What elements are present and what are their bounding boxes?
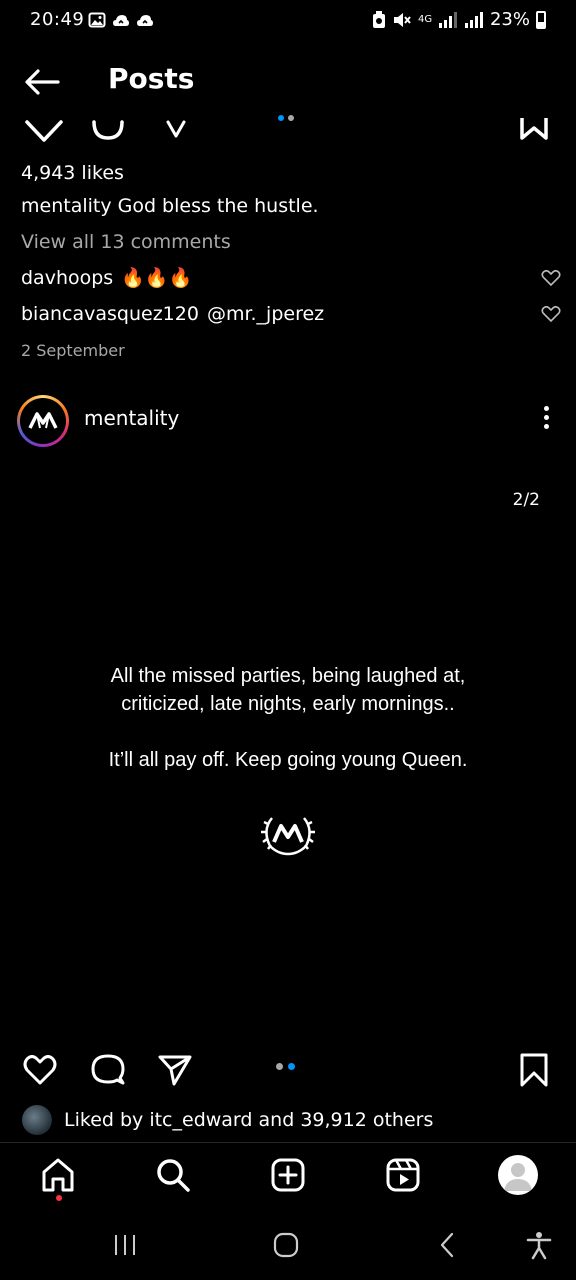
- comment-text: 🔥🔥🔥: [121, 267, 193, 289]
- comment-row: davhoops 🔥🔥🔥: [21, 260, 561, 296]
- quote-line: It’ll all pay off. Keep going young Quee…: [108, 749, 468, 771]
- create-post-icon[interactable]: [270, 1157, 306, 1193]
- notification-dot: [56, 1195, 62, 1201]
- system-home-icon[interactable]: [271, 1230, 301, 1260]
- quote-line: All the missed parties, being laughed at…: [110, 665, 466, 687]
- status-system-icons: 4G 23%: [372, 9, 546, 30]
- post-quote: All the missed parties, being laughed at…: [0, 662, 576, 802]
- comment-like-heart-icon[interactable]: [541, 305, 561, 323]
- previous-post-action-bar: [0, 112, 576, 148]
- quote-line: criticized, late nights, early mornings.…: [121, 693, 455, 715]
- alarm-icon: [372, 10, 385, 28]
- caption-text: God bless the hustle.: [117, 195, 319, 217]
- mentality-logo-icon: [20, 398, 66, 444]
- carousel-indicator: [276, 1063, 295, 1070]
- heart-icon[interactable]: [22, 1052, 58, 1088]
- mute-icon: [393, 12, 411, 27]
- comment-username[interactable]: davhoops: [21, 267, 113, 289]
- signal-icon: [464, 11, 483, 28]
- cloud-icon: [137, 15, 153, 26]
- liked-by-prefix: Liked by: [64, 1109, 150, 1131]
- carousel-dots: [278, 115, 294, 121]
- carousel-page-counter: 2/2: [512, 490, 540, 510]
- system-back-icon[interactable]: [432, 1230, 462, 1260]
- recents-icon[interactable]: [110, 1230, 140, 1260]
- status-time: 20:49: [30, 9, 85, 30]
- share-icon[interactable]: [162, 112, 190, 148]
- signal-icon: [438, 11, 457, 28]
- post-avatar[interactable]: [17, 395, 69, 447]
- comment-username[interactable]: biancavasquez120: [21, 303, 199, 325]
- bookmark-icon[interactable]: [516, 1052, 552, 1088]
- liked-by-and: and: [252, 1109, 301, 1131]
- view-all-comments-link[interactable]: View all 13 comments: [21, 224, 561, 260]
- back-arrow-icon[interactable]: [22, 66, 62, 98]
- comment-like-heart-icon[interactable]: [541, 269, 561, 287]
- post-username[interactable]: mentality: [84, 406, 179, 430]
- heart-icon[interactable]: [24, 112, 64, 148]
- battery-icon: [536, 10, 546, 29]
- carousel-dot-active: [288, 1063, 295, 1070]
- liked-by-username[interactable]: itc_edward: [149, 1109, 252, 1131]
- share-icon[interactable]: [157, 1052, 193, 1088]
- gallery-icon: [88, 12, 106, 28]
- post-date: 2 September: [21, 341, 125, 360]
- home-icon[interactable]: [40, 1157, 76, 1193]
- post-caption: mentality God bless the hustle.: [21, 188, 561, 224]
- app-header: Posts: [0, 56, 576, 108]
- accessibility-icon[interactable]: [524, 1230, 554, 1260]
- liked-by-row[interactable]: Liked by itc_edward and 39,912 others: [22, 1103, 433, 1137]
- cloud-icon: [113, 15, 129, 26]
- post-image[interactable]: 2/2 All the missed parties, being laughe…: [0, 456, 576, 1032]
- post-header: mentality: [0, 392, 576, 448]
- system-navigation-bar: [0, 1210, 576, 1280]
- reels-icon[interactable]: [385, 1157, 421, 1193]
- page-title: Posts: [108, 62, 195, 95]
- network-4g-icon: 4G: [417, 14, 433, 25]
- laurel-logo-icon: [261, 817, 315, 856]
- carousel-dot: [276, 1063, 283, 1070]
- status-bar: 20:49 4G 23%: [0, 0, 576, 44]
- comment-row: biancavasquez120 @mr._jperez: [21, 296, 561, 332]
- comment-text[interactable]: @mr._jperez: [207, 303, 324, 325]
- status-notification-icons: [88, 11, 154, 29]
- previous-post-meta: 4,943 likes mentality God bless the hustl…: [21, 158, 561, 364]
- liked-by-avatar[interactable]: [22, 1105, 52, 1135]
- likes-count[interactable]: 4,943 likes: [21, 158, 561, 188]
- liked-by-others[interactable]: 39,912 others: [300, 1109, 433, 1131]
- battery-percent: 23%: [489, 9, 530, 30]
- search-icon[interactable]: [155, 1157, 191, 1193]
- more-options-icon[interactable]: [540, 406, 552, 434]
- comment-icon[interactable]: [90, 112, 126, 148]
- bottom-navigation: [0, 1143, 576, 1209]
- caption-username[interactable]: mentality: [21, 195, 112, 217]
- liked-by-text: Liked by itc_edward and 39,912 others: [64, 1109, 433, 1131]
- comment-icon[interactable]: [90, 1052, 126, 1088]
- post-action-bar: [0, 1046, 576, 1092]
- profile-avatar-icon[interactable]: [498, 1155, 538, 1195]
- bookmark-icon[interactable]: [518, 112, 550, 148]
